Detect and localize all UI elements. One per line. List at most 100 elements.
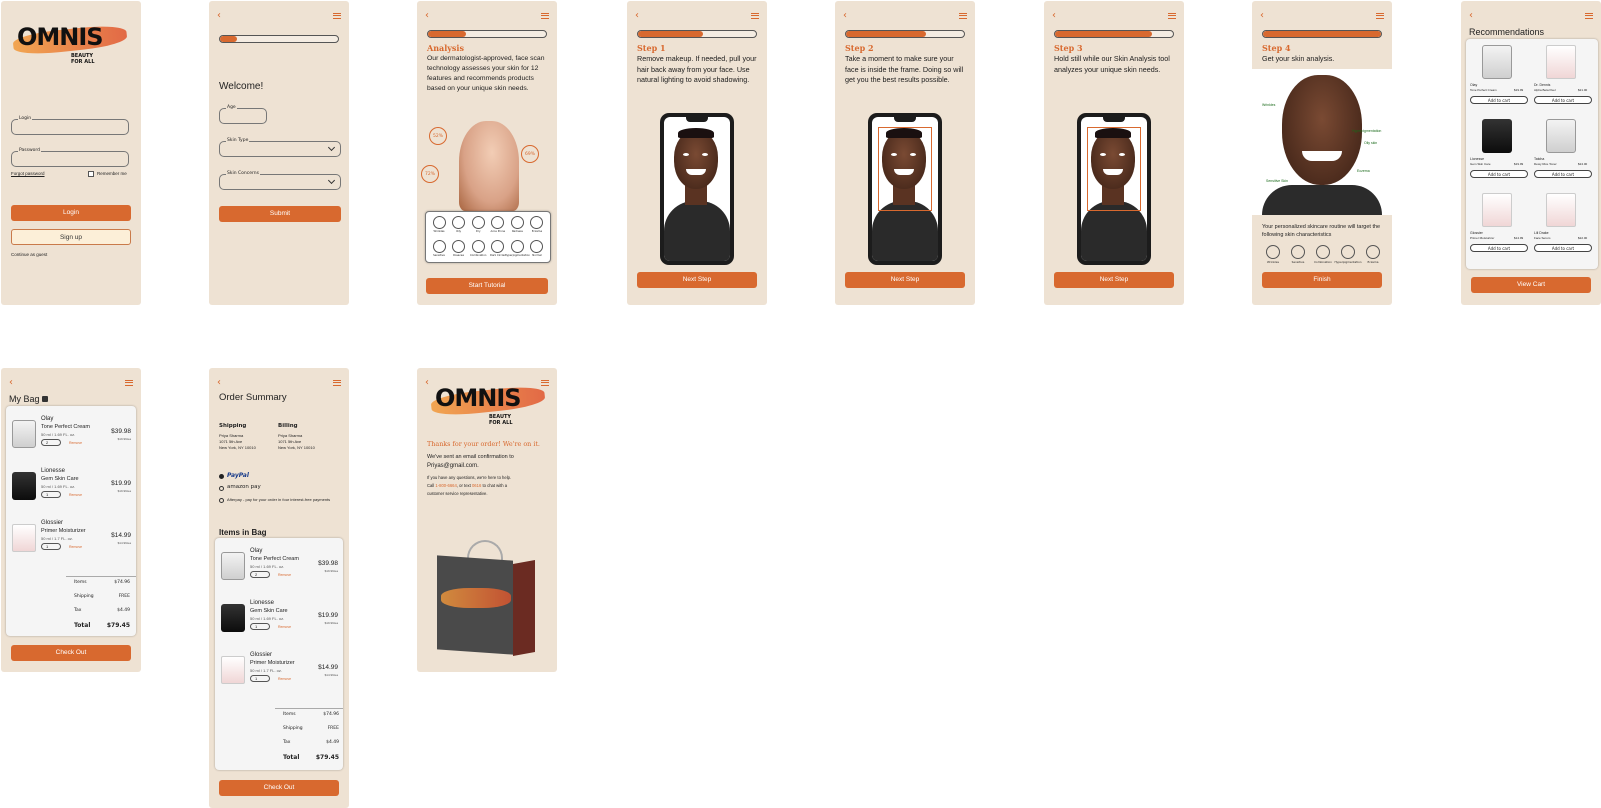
login-field[interactable]: Login <box>11 115 129 135</box>
product-name: Tone Perfect Cream <box>1470 88 1497 92</box>
age-field[interactable]: Age <box>219 104 267 124</box>
items-label: Items <box>283 712 296 717</box>
quantity-select[interactable]: 2 <box>250 571 270 578</box>
password-field[interactable]: Password <box>11 147 129 167</box>
product-image[interactable] <box>1546 119 1576 153</box>
remove-link[interactable]: Remove <box>278 677 291 681</box>
skin-feature-icon <box>491 240 505 253</box>
amazon-radio[interactable] <box>219 486 224 491</box>
features-card: Wrinkles Oily Dry Acne Prone Redness Eczema S… <box>425 211 551 263</box>
continue-guest-link[interactable]: Continue as guest <box>11 252 47 257</box>
feature-item: Redness <box>508 216 526 233</box>
checkout-button[interactable]: Check Out <box>219 780 339 796</box>
quantity-select[interactable]: 1 <box>41 491 61 498</box>
thanks-headline: Thanks for your order! We're on it. <box>427 440 540 448</box>
unit-price: $14.99/ea <box>324 673 338 677</box>
quantity-select[interactable]: 1 <box>250 623 270 630</box>
text-link[interactable]: 0616 <box>472 483 481 488</box>
skin-concerns-select[interactable]: Skin Concerns <box>219 170 341 190</box>
step-text: Remove makeup. If needed, pull your hair… <box>637 54 757 84</box>
back-icon[interactable]: ‹ <box>635 11 639 21</box>
items-label: Items <box>74 580 87 585</box>
back-icon[interactable]: ‹ <box>1052 11 1056 21</box>
product-image[interactable] <box>1482 45 1512 79</box>
menu-icon[interactable] <box>959 13 967 19</box>
menu-icon[interactable] <box>125 380 133 386</box>
remove-link[interactable]: Remove <box>278 625 291 629</box>
add-to-cart-button[interactable]: Add to cart <box>1534 96 1592 104</box>
quantity-select[interactable]: 1 <box>250 675 270 682</box>
remove-link[interactable]: Remove <box>278 573 291 577</box>
order-summary-screen: ‹ Order Summary Shipping Billing Priya S… <box>209 368 349 808</box>
back-icon[interactable]: ‹ <box>217 378 221 388</box>
view-cart-button[interactable]: View Cart <box>1471 277 1591 293</box>
finish-button[interactable]: Finish <box>1262 272 1382 288</box>
back-icon[interactable]: ‹ <box>843 11 847 21</box>
product-image[interactable] <box>1546 193 1576 227</box>
login-screen: OMNIS BEAUTY FOR ALL Login Password Forg… <box>1 1 141 305</box>
back-icon[interactable]: ‹ <box>9 378 13 388</box>
menu-icon[interactable] <box>1168 13 1176 19</box>
menu-icon[interactable] <box>333 380 341 386</box>
unit-price: $19.99/ea <box>324 569 338 573</box>
remember-me-checkbox[interactable] <box>88 171 94 177</box>
menu-icon[interactable] <box>1376 13 1384 19</box>
product-brand: Lionesse <box>1470 157 1485 161</box>
checkout-button[interactable]: Check Out <box>11 645 131 661</box>
remove-link[interactable]: Remove <box>69 441 82 445</box>
remove-link[interactable]: Remove <box>69 493 82 497</box>
phone-mockup <box>868 113 942 265</box>
add-to-cart-button[interactable]: Add to cart <box>1470 244 1528 252</box>
next-step-button[interactable]: Next Step <box>845 272 965 288</box>
back-icon[interactable]: ‹ <box>425 378 429 388</box>
product-size: 50 ml / 1.69 FL. oz. <box>41 484 76 489</box>
step-text: Take a moment to make sure your face is … <box>845 54 964 84</box>
back-icon[interactable]: ‹ <box>425 11 429 21</box>
afterpay-label: Afterpay - pay for your order in four in… <box>227 497 331 502</box>
signup-button[interactable]: Sign up <box>11 229 131 245</box>
menu-icon[interactable] <box>541 380 549 386</box>
back-icon[interactable]: ‹ <box>1260 11 1264 21</box>
next-step-button[interactable]: Next Step <box>637 272 757 288</box>
product-image[interactable] <box>1482 119 1512 153</box>
phone-link[interactable]: 1-800-6664 <box>435 483 456 488</box>
quantity-select[interactable]: 1 <box>41 543 61 550</box>
step1-screen: ‹ Step 1 Remove makeup. If needed, pull … <box>627 1 767 305</box>
paypal-radio[interactable] <box>219 474 224 479</box>
feature-label: Dry <box>475 230 481 233</box>
afterpay-radio[interactable] <box>219 498 224 503</box>
back-icon[interactable]: ‹ <box>1469 11 1473 21</box>
face-frame <box>1087 127 1141 211</box>
menu-icon[interactable] <box>1585 13 1593 19</box>
remove-link[interactable]: Remove <box>69 545 82 549</box>
characteristic-icon <box>1366 245 1380 259</box>
login-button[interactable]: Login <box>11 205 131 221</box>
add-to-cart-button[interactable]: Add to cart <box>1470 170 1528 178</box>
product-image[interactable] <box>1482 193 1512 227</box>
start-tutorial-button[interactable]: Start Tutorial <box>426 278 548 294</box>
next-step-button[interactable]: Next Step <box>1054 272 1174 288</box>
skin-feature-icon <box>530 240 544 253</box>
add-to-cart-button[interactable]: Add to cart <box>1534 244 1592 252</box>
product-price: $14.99 <box>111 532 131 539</box>
back-icon[interactable]: ‹ <box>217 11 221 21</box>
menu-icon[interactable] <box>333 13 341 19</box>
quantity-select[interactable]: 2 <box>41 439 61 446</box>
features-row: Wrinkles Oily Dry Acne Prone Redness Eczema <box>430 216 546 233</box>
skin-type-select[interactable]: Skin Type <box>219 137 341 157</box>
step-title: Step 1 <box>637 43 666 53</box>
add-to-cart-button[interactable]: Add to cart <box>1534 170 1592 178</box>
feature-item: Wrinkles <box>430 216 448 233</box>
add-to-cart-button[interactable]: Add to cart <box>1470 96 1528 104</box>
tax-value: $4.49 <box>117 608 130 613</box>
shipping-label: Shipping <box>283 726 303 731</box>
menu-icon[interactable] <box>541 13 549 19</box>
product-size: 50 ml / 1.69 FL. oz. <box>250 616 285 621</box>
skin-feature-icon <box>491 216 505 229</box>
product-image[interactable] <box>1546 45 1576 79</box>
skin-feature-icon <box>471 216 485 229</box>
forgot-password-link[interactable]: Forgot password <box>11 171 45 176</box>
menu-icon[interactable] <box>751 13 759 19</box>
product-price: $39.98 <box>318 560 338 567</box>
submit-button[interactable]: Submit <box>219 206 341 222</box>
